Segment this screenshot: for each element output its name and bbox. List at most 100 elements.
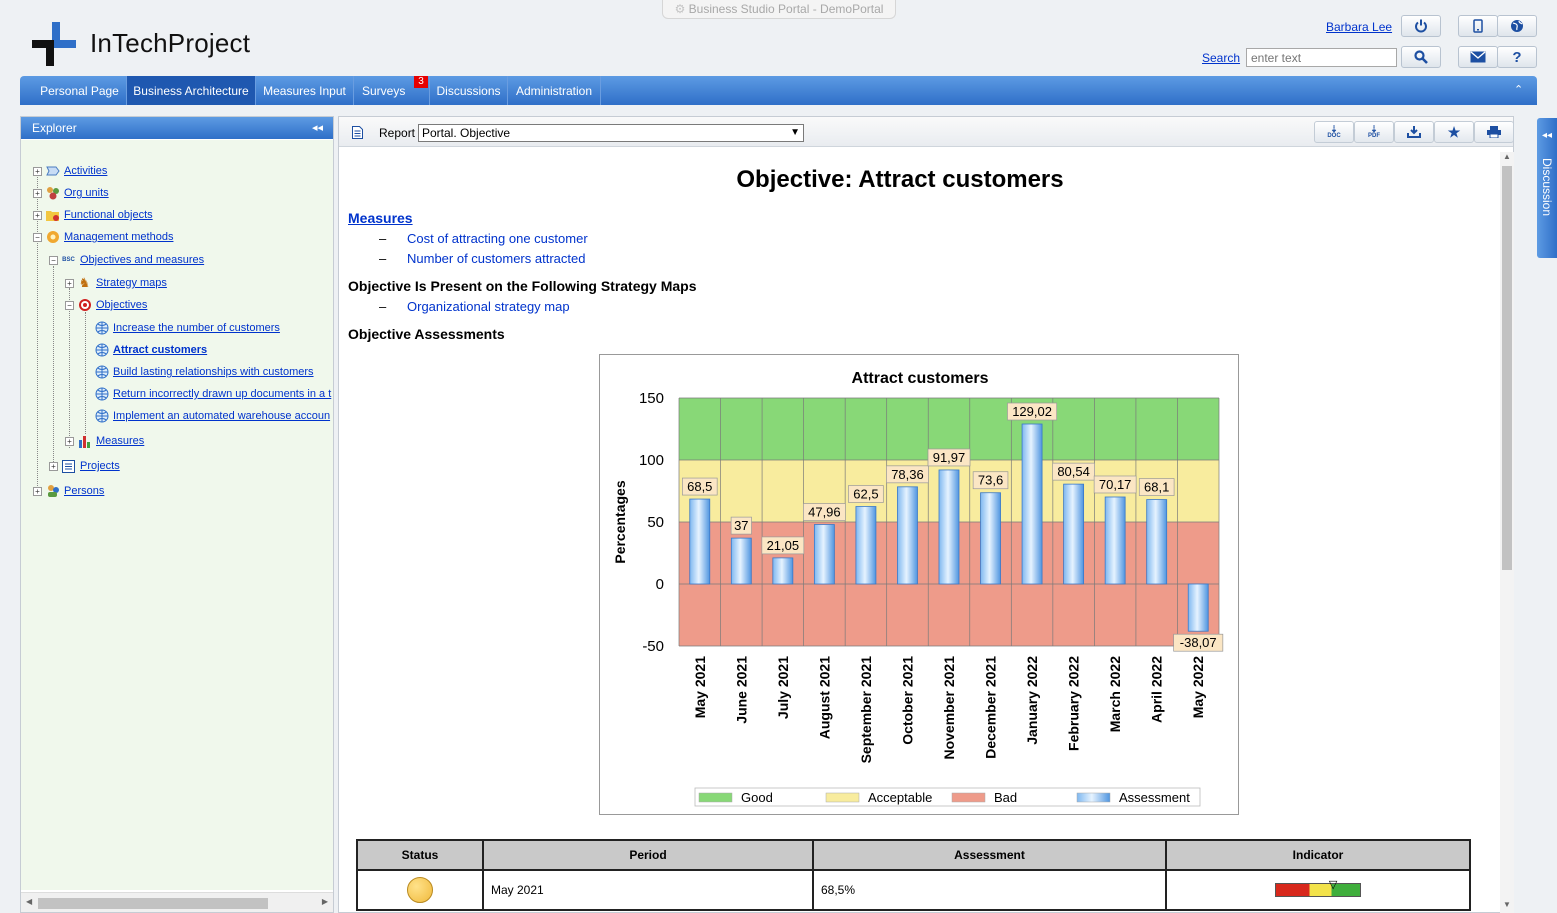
tree-item-activities[interactable]: + Activities xyxy=(33,163,107,179)
expand-icon[interactable]: + xyxy=(65,436,74,446)
language-button[interactable] xyxy=(1497,15,1537,37)
col-header-assessment: Assessment xyxy=(812,839,1167,871)
tree-item-strategy-maps[interactable]: + ♞ Strategy maps xyxy=(65,275,167,291)
nav-administration[interactable]: Administration xyxy=(508,76,601,105)
tree-item-objective[interactable]: Implement an automated warehouse accoun xyxy=(94,408,330,424)
tree-item-objective[interactable]: Return incorrectly drawn up documents in… xyxy=(94,386,331,402)
report-vscrollbar[interactable]: ▲ ▼ xyxy=(1500,152,1514,913)
data-label: 91,97 xyxy=(933,450,966,465)
export-doc-button[interactable]: ⇣ DOC xyxy=(1314,121,1354,143)
assessment-chart: Attract customers 150 100 50 0 -50 Percentages… xyxy=(599,354,1239,815)
explorer-hscrollbar[interactable]: ◀ ▶ xyxy=(21,892,333,912)
help-button[interactable]: ? xyxy=(1497,46,1537,68)
tree-label[interactable]: Org units xyxy=(64,187,109,199)
collapse-icon[interactable]: − xyxy=(49,255,58,265)
tree-item-objective[interactable]: Build lasting relationships with custome… xyxy=(94,364,314,380)
tree-item-management-methods[interactable]: − Management methods xyxy=(33,229,173,245)
tree-label[interactable]: Objectives xyxy=(96,299,147,311)
col-header-indicator: Indicator xyxy=(1165,839,1471,871)
bsc-icon: BSC xyxy=(62,257,75,263)
table-row: May 2021 68,5% ▽ xyxy=(356,869,1471,911)
expand-icon[interactable]: + xyxy=(65,278,74,288)
x-tick-label: June 2021 xyxy=(733,656,749,724)
target-icon xyxy=(77,298,92,312)
measure-link[interactable]: Number of customers attracted xyxy=(407,251,585,266)
report-toolbar: Report Portal. Objective ▼ ⇣ DOC ⇣ PDF ★ xyxy=(339,117,1514,147)
bar xyxy=(730,537,752,585)
nav-business-architecture[interactable]: Business Architecture xyxy=(127,76,256,105)
user-name-link[interactable]: Barbara Lee xyxy=(1326,20,1392,34)
tree-label[interactable]: Implement an automated warehouse accoun xyxy=(113,410,330,422)
nav-measures-input[interactable]: Measures Input xyxy=(256,76,354,105)
tree-label[interactable]: Build lasting relationships with custome… xyxy=(113,366,314,378)
mail-button[interactable] xyxy=(1458,46,1498,68)
tree-label[interactable]: Projects xyxy=(80,460,120,472)
search-link[interactable]: Search xyxy=(1202,51,1240,65)
nav-personal-page[interactable]: Personal Page xyxy=(33,76,127,105)
expand-icon[interactable]: + xyxy=(33,188,42,198)
tree-item-objectives[interactable]: − Objectives xyxy=(65,297,147,313)
scroll-thumb[interactable] xyxy=(1502,166,1512,570)
indicator-cell: ▽ xyxy=(1165,869,1471,911)
list-dash: – xyxy=(379,299,387,314)
tree-label[interactable]: Functional objects xyxy=(64,209,153,221)
legend-swatch xyxy=(1076,792,1111,803)
download-button[interactable] xyxy=(1394,121,1434,143)
tree-item-persons[interactable]: + Persons xyxy=(33,483,104,499)
data-label: 70,17 xyxy=(1099,477,1132,492)
measures-heading-link[interactable]: Measures xyxy=(348,210,413,226)
tree-item-org-units[interactable]: + Org units xyxy=(33,185,109,201)
search-input[interactable] xyxy=(1246,48,1397,67)
tree-item-projects[interactable]: + Projects xyxy=(49,458,120,474)
tree-label[interactable]: Attract customers xyxy=(113,344,207,356)
strategy-map-link[interactable]: Organizational strategy map xyxy=(407,299,570,314)
tree-label[interactable]: Persons xyxy=(64,485,104,497)
logout-button[interactable] xyxy=(1401,15,1441,37)
nav-discussions[interactable]: Discussions xyxy=(430,76,508,105)
tree-item-objectives-and-measures[interactable]: − BSC Objectives and measures xyxy=(49,252,204,268)
explorer-title: Explorer xyxy=(32,121,77,135)
y-tick-label: 50 xyxy=(647,514,664,531)
scroll-right-icon[interactable]: ▶ xyxy=(322,897,328,906)
collapse-header-icon[interactable]: ⌃ xyxy=(1514,83,1523,96)
expand-icon[interactable]: + xyxy=(33,166,42,176)
expand-icon[interactable]: + xyxy=(49,461,58,471)
scroll-left-icon[interactable]: ◀ xyxy=(26,897,32,906)
search-button[interactable] xyxy=(1401,46,1441,68)
tree-label[interactable]: Objectives and measures xyxy=(80,254,204,266)
scroll-up-icon[interactable]: ▲ xyxy=(1503,152,1511,161)
y-tick-label: -50 xyxy=(642,638,664,655)
expand-discussion-icon[interactable]: ◂◂ xyxy=(1542,130,1552,141)
scroll-thumb[interactable] xyxy=(38,898,268,909)
collapse-explorer-icon[interactable]: ◂◂ xyxy=(312,117,323,139)
print-button[interactable] xyxy=(1474,121,1514,143)
report-icon xyxy=(352,126,363,139)
tree-item-objective[interactable]: Increase the number of customers xyxy=(94,320,280,336)
favorite-button[interactable]: ★ xyxy=(1434,121,1474,143)
tree-label[interactable]: Management methods xyxy=(64,231,173,243)
bar xyxy=(772,557,794,585)
report-select[interactable]: Portal. Objective ▼ xyxy=(418,124,804,142)
scroll-down-icon[interactable]: ▼ xyxy=(1503,900,1511,909)
tree-label[interactable]: Activities xyxy=(64,165,107,177)
data-label: 68,5 xyxy=(687,479,712,494)
export-pdf-button[interactable]: ⇣ PDF xyxy=(1354,121,1394,143)
collapse-icon[interactable]: − xyxy=(65,300,74,310)
discussion-side-tab[interactable]: ◂◂ Discussion xyxy=(1537,118,1557,258)
tree-item-objective-selected[interactable]: Attract customers xyxy=(94,342,207,358)
tree-label[interactable]: Measures xyxy=(96,435,144,447)
mobile-button[interactable] xyxy=(1458,15,1498,37)
x-tick-label: May 2021 xyxy=(692,656,708,718)
tree-item-measures[interactable]: + Measures xyxy=(65,433,144,449)
measure-link[interactable]: Cost of attracting one customer xyxy=(407,231,588,246)
legend-swatch xyxy=(698,792,733,803)
tree-label[interactable]: Strategy maps xyxy=(96,277,167,289)
objective-globe-icon xyxy=(94,365,109,379)
tree-label[interactable]: Return incorrectly drawn up documents in… xyxy=(113,388,331,400)
download-tray-icon xyxy=(1407,126,1421,138)
tree-item-functional-objects[interactable]: + Functional objects xyxy=(33,207,153,223)
tree-label[interactable]: Increase the number of customers xyxy=(113,322,280,334)
collapse-icon[interactable]: − xyxy=(33,232,42,242)
expand-icon[interactable]: + xyxy=(33,210,42,220)
expand-icon[interactable]: + xyxy=(33,486,42,496)
